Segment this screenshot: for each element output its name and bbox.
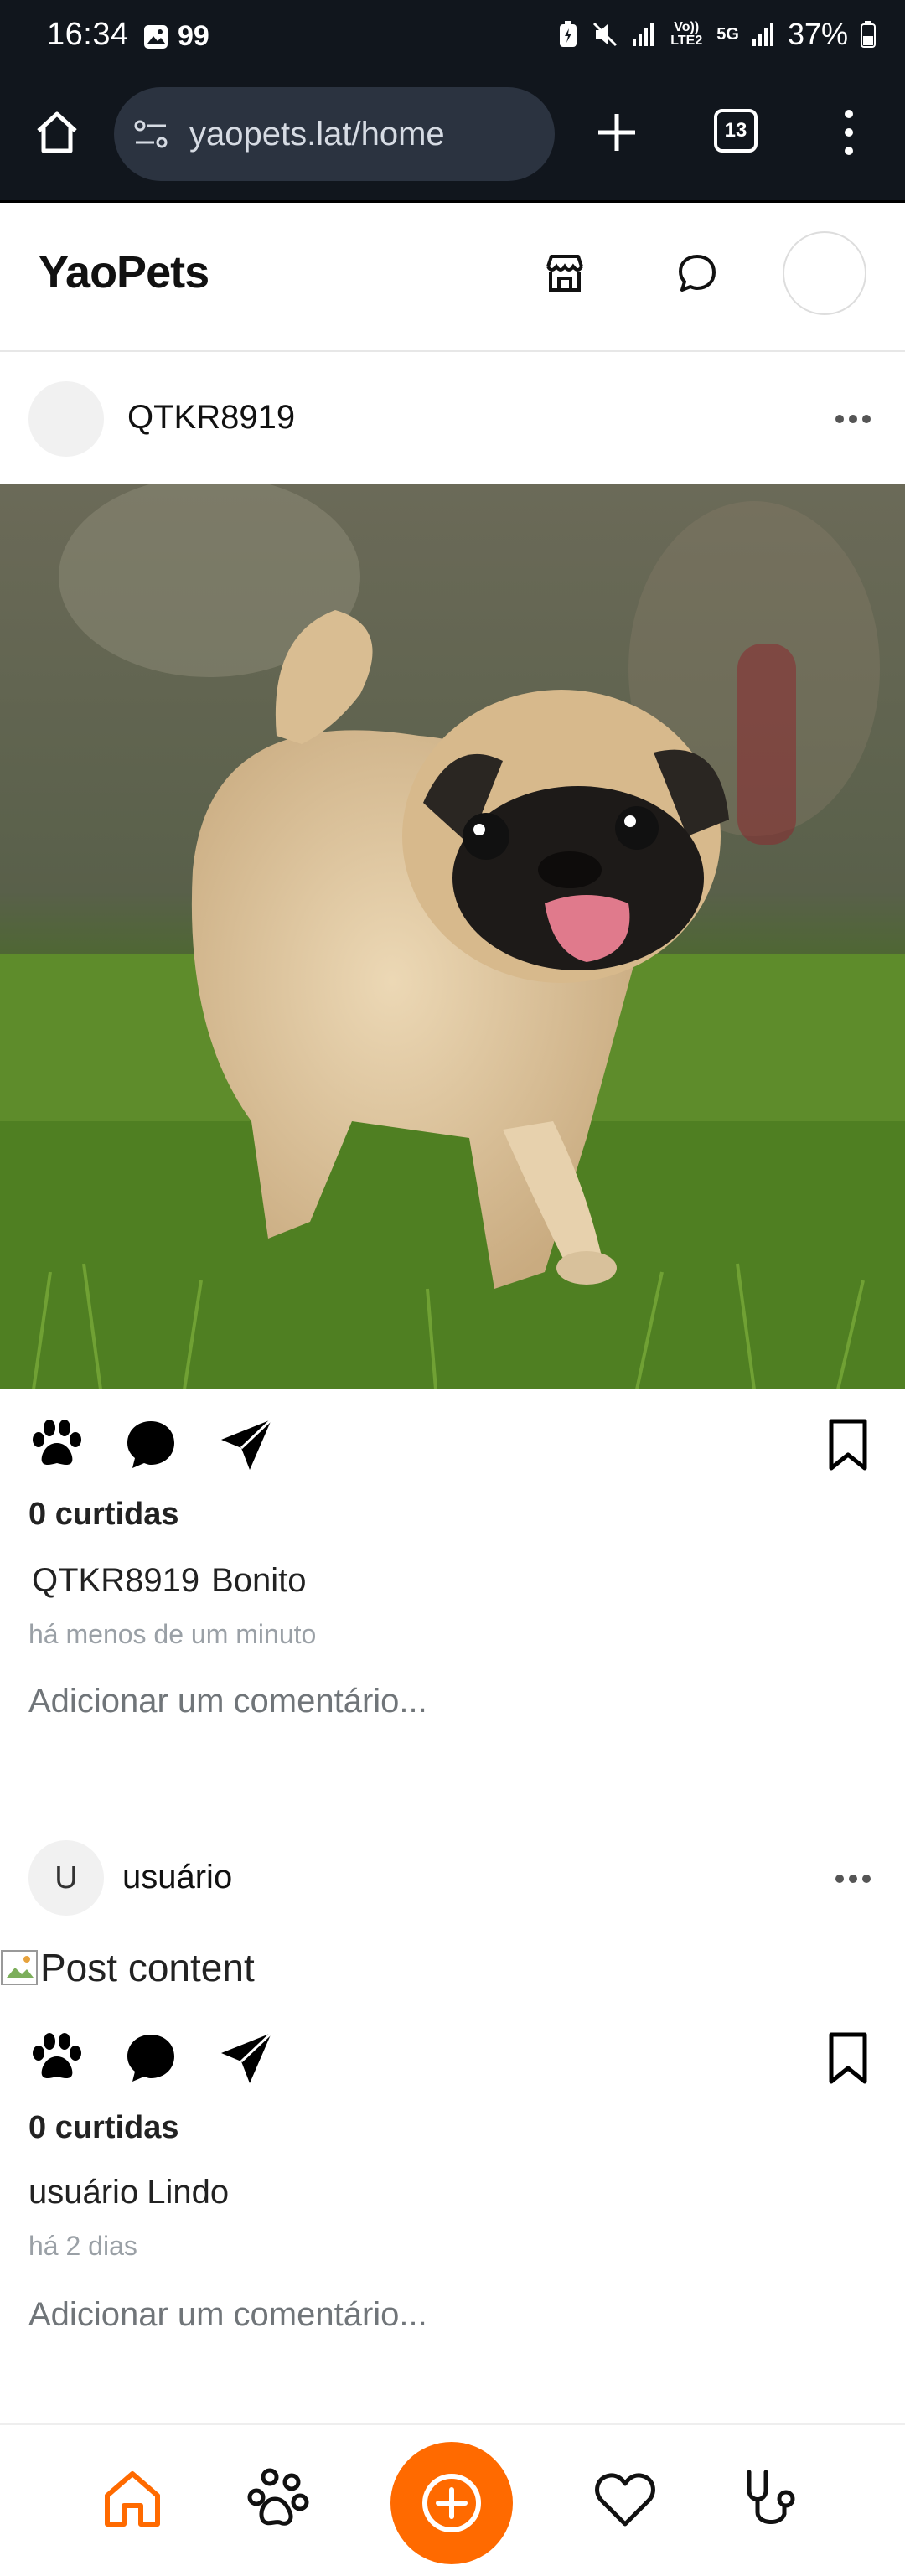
mute-icon: [593, 22, 618, 47]
post-header: QTKR8919: [0, 352, 905, 486]
signal-icon: [752, 23, 773, 46]
site-settings-icon[interactable]: [132, 117, 173, 151]
paw-like-icon[interactable]: [27, 1415, 87, 1475]
post-actions: [0, 2028, 905, 2095]
home-icon[interactable]: [99, 2465, 166, 2532]
battery-icon: [861, 21, 876, 48]
broken-image-icon: [1, 1950, 38, 1985]
url-bar[interactable]: yaopets.lat/home: [114, 87, 555, 181]
add-post-icon: [422, 2474, 481, 2532]
battery-saver-icon: [560, 21, 577, 47]
image-alt-text: Post content: [40, 1946, 255, 1989]
gallery-icon: [144, 24, 168, 49]
likes-count: 0 curtidas: [28, 1497, 179, 1532]
battery-percent: 37%: [787, 17, 848, 51]
post-timestamp: há menos de um minuto: [28, 1619, 317, 1649]
signal-icon: [633, 23, 654, 46]
notification-count: 99: [178, 20, 209, 52]
new-tab-icon[interactable]: [595, 111, 639, 154]
caption-text: Lindo: [147, 2174, 230, 2211]
caption-username[interactable]: usuário: [28, 2174, 138, 2211]
more-vert-icon[interactable]: [836, 106, 861, 159]
post-photo-pug[interactable]: [0, 484, 905, 1389]
home-icon[interactable]: [34, 109, 80, 156]
add-post-button[interactable]: [390, 2442, 513, 2564]
comment-icon[interactable]: [121, 1415, 181, 1475]
post-actions: [0, 1415, 905, 1482]
paw-like-icon[interactable]: [27, 2028, 87, 2088]
bookmark-icon[interactable]: [818, 2028, 878, 2088]
app-logo[interactable]: YaoPets: [39, 246, 209, 298]
post-timestamp: há 2 dias: [28, 2231, 137, 2261]
bookmark-icon[interactable]: [818, 1415, 878, 1475]
status-right-icons: Vo)) LTE2 5G 37%: [557, 17, 877, 52]
profile-avatar[interactable]: [783, 231, 866, 315]
bottom-nav: [0, 2423, 905, 2576]
volte-label: Vo)) LTE2: [670, 20, 703, 48]
post-username[interactable]: usuário: [122, 1859, 232, 1896]
paw-icon[interactable]: [245, 2465, 312, 2532]
share-icon[interactable]: [216, 1415, 277, 1475]
tab-switcher-button[interactable]: 13: [714, 109, 758, 153]
app-header: YaoPets: [0, 203, 905, 352]
heart-icon[interactable]: [592, 2465, 659, 2532]
caption-username[interactable]: QTKR8919: [32, 1562, 199, 1599]
avatar[interactable]: [28, 381, 104, 457]
post-username[interactable]: QTKR8919: [127, 399, 295, 437]
post-caption: QTKR8919 Bonito: [32, 1562, 307, 1600]
add-comment-input[interactable]: Adicionar um comentário...: [28, 2296, 427, 2334]
url-text[interactable]: yaopets.lat/home: [189, 116, 445, 153]
status-time: 16:34: [47, 17, 129, 52]
status-left-icons: 99: [142, 20, 209, 53]
chat-icon[interactable]: [674, 250, 721, 297]
comment-icon[interactable]: [121, 2028, 181, 2088]
network-label: 5G: [716, 25, 739, 44]
post-caption: usuário Lindo: [28, 2174, 229, 2211]
caption-text: Bonito: [211, 1562, 307, 1599]
avatar[interactable]: U: [28, 1840, 104, 1916]
more-horiz-icon[interactable]: [833, 1870, 873, 1887]
browser-toolbar: yaopets.lat/home 13: [0, 74, 905, 203]
stethoscope-icon[interactable]: [737, 2465, 804, 2532]
store-icon[interactable]: [541, 250, 588, 297]
add-comment-input[interactable]: Adicionar um comentário...: [28, 1683, 427, 1720]
post-header: U usuário: [0, 1813, 905, 1948]
more-horiz-icon[interactable]: [833, 411, 873, 427]
likes-count: 0 curtidas: [28, 2110, 179, 2145]
post-image-broken[interactable]: Post content: [0, 1942, 255, 1993]
status-bar: 16:34 99 Vo)) LTE2 5G 37%: [0, 0, 905, 74]
share-icon[interactable]: [216, 2028, 277, 2088]
